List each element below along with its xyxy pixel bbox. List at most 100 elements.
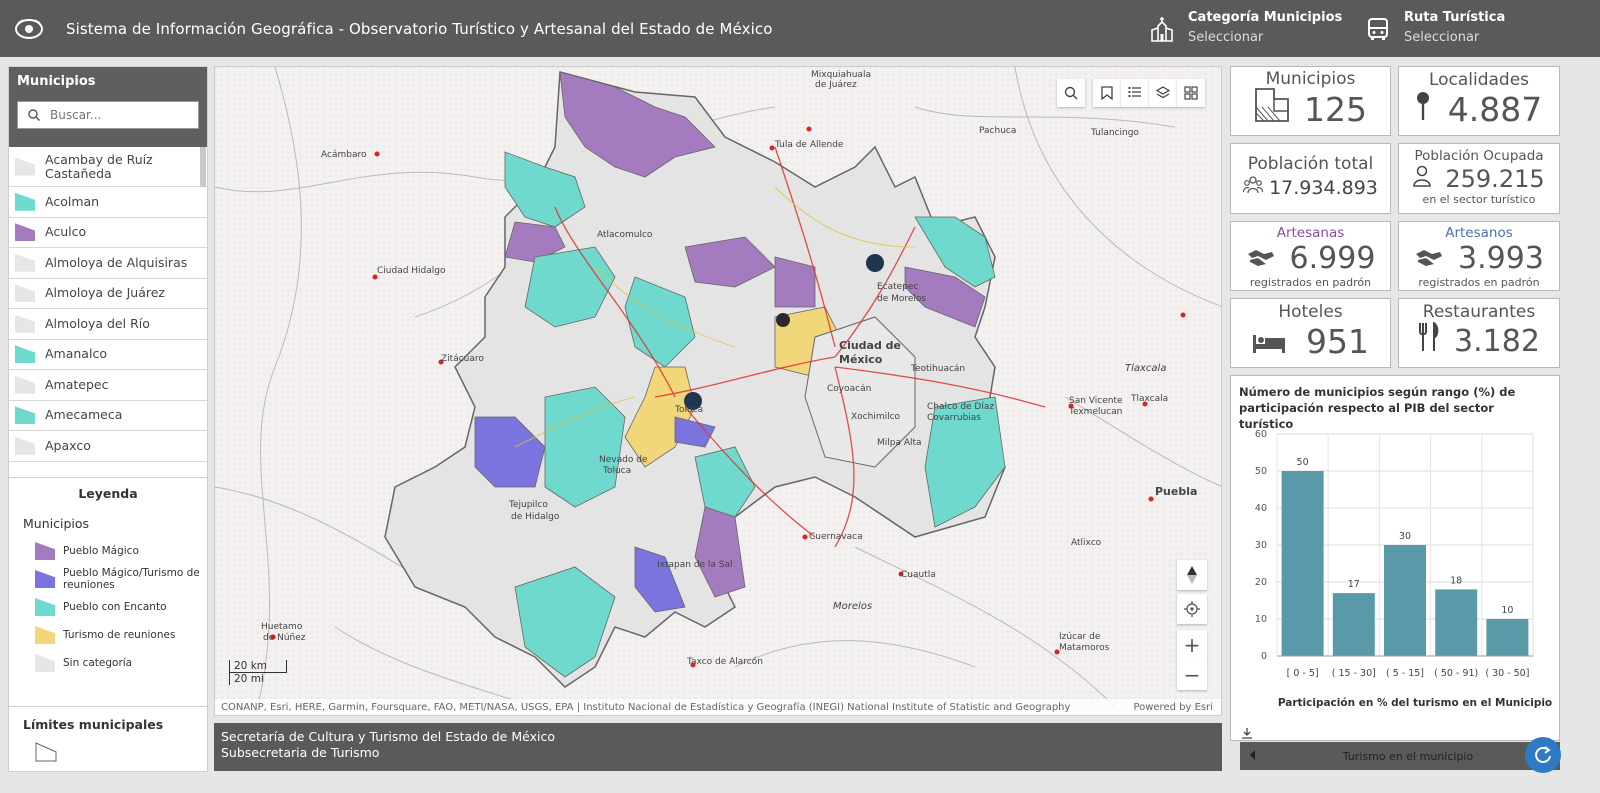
list-item-label: Almoloya de Alquisiras bbox=[45, 254, 188, 270]
x-tick-label: ( 50 - 91) bbox=[1434, 668, 1478, 679]
refresh-icon[interactable] bbox=[1525, 737, 1561, 773]
svg-text:Puebla: Puebla bbox=[1155, 485, 1197, 498]
card-ocupada-value: 259.215 bbox=[1445, 165, 1545, 193]
x-tick-label: ( 5 - 15] bbox=[1386, 668, 1424, 679]
list-item[interactable]: Acolman bbox=[9, 187, 207, 218]
card-artesanas-label: Artesanas bbox=[1276, 225, 1345, 241]
card-artesanos: Artesanos 3.993 registrados en padrón bbox=[1398, 221, 1560, 291]
legend-list-icon[interactable] bbox=[1121, 79, 1149, 107]
handshake-icon bbox=[1414, 241, 1444, 276]
powered-by-esri[interactable]: Powered by Esri bbox=[1133, 702, 1213, 713]
compass-icon[interactable] bbox=[1177, 560, 1207, 590]
bar[interactable] bbox=[1281, 471, 1324, 656]
card-ocupada-note: en el sector turístico bbox=[1422, 193, 1536, 206]
card-municipios-value: 125 bbox=[1304, 89, 1367, 129]
svg-text:Pachuca: Pachuca bbox=[979, 126, 1016, 136]
bar[interactable] bbox=[1332, 593, 1375, 656]
layers-icon[interactable] bbox=[1149, 79, 1177, 107]
legend-swatch bbox=[35, 654, 55, 672]
svg-text:Ecatepec: Ecatepec bbox=[877, 282, 918, 292]
map-search-tool[interactable] bbox=[1057, 79, 1085, 107]
bar[interactable] bbox=[1486, 619, 1529, 656]
search-input[interactable] bbox=[50, 108, 190, 122]
bookmark-icon[interactable] bbox=[1093, 79, 1121, 107]
legend-swatch bbox=[35, 626, 55, 644]
legend-swatch bbox=[35, 542, 55, 560]
chart-tab-bar[interactable]: Turismo en el municipio bbox=[1240, 742, 1560, 770]
svg-text:Nevado de: Nevado de bbox=[599, 455, 648, 465]
legend-swatch bbox=[35, 570, 55, 588]
category-swatch bbox=[15, 406, 35, 425]
category-swatch bbox=[15, 436, 35, 455]
list-item[interactable]: Almoloya de Juárez bbox=[9, 279, 207, 309]
list-item[interactable]: Amatepec bbox=[9, 370, 207, 401]
list-item[interactable]: Almoloya de Alquisiras bbox=[9, 248, 207, 279]
attribution-text: CONANP, Esri, HERE, Garmin, Foursquare, … bbox=[221, 701, 1071, 713]
bar-value-label: 50 bbox=[1297, 457, 1309, 468]
card-poblacion-value: 17.934.893 bbox=[1269, 176, 1378, 199]
municipios-list[interactable]: Acambay de Ruíz Castañeda Acolman Aculco Al… bbox=[9, 147, 207, 465]
basemap-gallery-icon[interactable] bbox=[1177, 79, 1205, 107]
legend-item-label: Sin categoría bbox=[63, 657, 133, 669]
bar-value-label: 10 bbox=[1501, 605, 1513, 616]
map-search-icon[interactable] bbox=[1057, 79, 1085, 107]
y-tick-label: 60 bbox=[1255, 429, 1267, 440]
list-item[interactable]: Apaxco bbox=[9, 431, 207, 462]
zoom-in-icon[interactable]: + bbox=[1177, 630, 1207, 660]
y-tick-label: 0 bbox=[1261, 651, 1267, 662]
bar[interactable] bbox=[1384, 545, 1426, 656]
svg-text:de Juárez: de Juárez bbox=[815, 80, 857, 90]
municipios-panel-title: Municipios bbox=[17, 74, 96, 89]
list-item[interactable]: Amecameca bbox=[9, 401, 207, 431]
svg-text:Morelos: Morelos bbox=[833, 601, 872, 612]
people-icon bbox=[1242, 176, 1264, 199]
download-icon[interactable] bbox=[1241, 724, 1253, 743]
list-item[interactable]: Aculco bbox=[9, 218, 207, 248]
legend-item: Turismo de reuniones bbox=[35, 621, 207, 649]
search-box[interactable] bbox=[17, 101, 199, 129]
list-item[interactable]: Almoloya del Río bbox=[9, 309, 207, 340]
categoria-selector[interactable]: Categoría Municipios Seleccionar bbox=[1150, 10, 1342, 45]
ruta-value: Seleccionar bbox=[1404, 30, 1480, 45]
categoria-label: Categoría Municipios bbox=[1188, 10, 1343, 25]
category-swatch bbox=[15, 284, 35, 303]
chart-tab-label: Turismo en el municipio bbox=[1342, 749, 1474, 763]
y-tick-label: 40 bbox=[1255, 503, 1267, 514]
zoom-out-icon[interactable]: − bbox=[1177, 660, 1207, 690]
list-item-label: Amanalco bbox=[45, 346, 107, 362]
list-scrollbar[interactable] bbox=[200, 147, 206, 187]
map-canvas[interactable]: Mixquiahualade Juárez Pachuca Tulancingo … bbox=[215, 67, 1222, 716]
bar-value-label: 18 bbox=[1450, 575, 1462, 586]
svg-text:Ciudad Hidalgo: Ciudad Hidalgo bbox=[377, 266, 446, 276]
bar[interactable] bbox=[1435, 589, 1478, 656]
svg-text:Tulancingo: Tulancingo bbox=[1090, 128, 1139, 138]
list-item[interactable]: Acambay de Ruíz Castañeda bbox=[9, 147, 207, 187]
bar-value-label: 17 bbox=[1348, 579, 1360, 590]
list-item-label: Apaxco bbox=[45, 437, 91, 453]
category-swatch bbox=[15, 375, 35, 394]
ruta-selector[interactable]: Ruta Turística Seleccionar bbox=[1366, 10, 1505, 45]
svg-text:de Hidalgo: de Hidalgo bbox=[511, 512, 560, 522]
svg-text:Chalco de Díaz: Chalco de Díaz bbox=[927, 402, 994, 412]
card-artesanas: Artesanas 6.999 registrados en padrón bbox=[1230, 221, 1391, 291]
category-swatch bbox=[15, 223, 35, 242]
card-municipios-label: Municipios bbox=[1265, 69, 1356, 89]
locate-icon[interactable] bbox=[1177, 594, 1207, 624]
svg-text:Atlacomulco: Atlacomulco bbox=[597, 230, 653, 240]
list-item-label: Almoloya del Río bbox=[45, 315, 150, 331]
card-artesanos-value: 3.993 bbox=[1458, 241, 1544, 276]
svg-text:Coyoacán: Coyoacán bbox=[827, 384, 871, 394]
x-tick-label: ( 15 - 30] bbox=[1332, 668, 1376, 679]
list-item[interactable]: Amanalco bbox=[9, 340, 207, 370]
scale-km: 20 km bbox=[229, 660, 287, 673]
card-poblacion-label: Población total bbox=[1247, 154, 1374, 174]
svg-text:Mixquiahuala: Mixquiahuala bbox=[811, 70, 871, 80]
map-view[interactable]: Mixquiahuala de Juárez Pachuca Tulancingo … bbox=[214, 66, 1222, 716]
footer-line2: Subsecretaria de Turismo bbox=[221, 745, 380, 760]
svg-text:Acámbaro: Acámbaro bbox=[321, 150, 367, 160]
category-swatch bbox=[15, 314, 35, 333]
legend-title: Leyenda bbox=[78, 486, 138, 501]
svg-text:Matamoros: Matamoros bbox=[1059, 643, 1110, 653]
footer-line1: Secretaría de Cultura y Turismo del Esta… bbox=[221, 729, 555, 744]
limit-swatch bbox=[35, 742, 207, 766]
